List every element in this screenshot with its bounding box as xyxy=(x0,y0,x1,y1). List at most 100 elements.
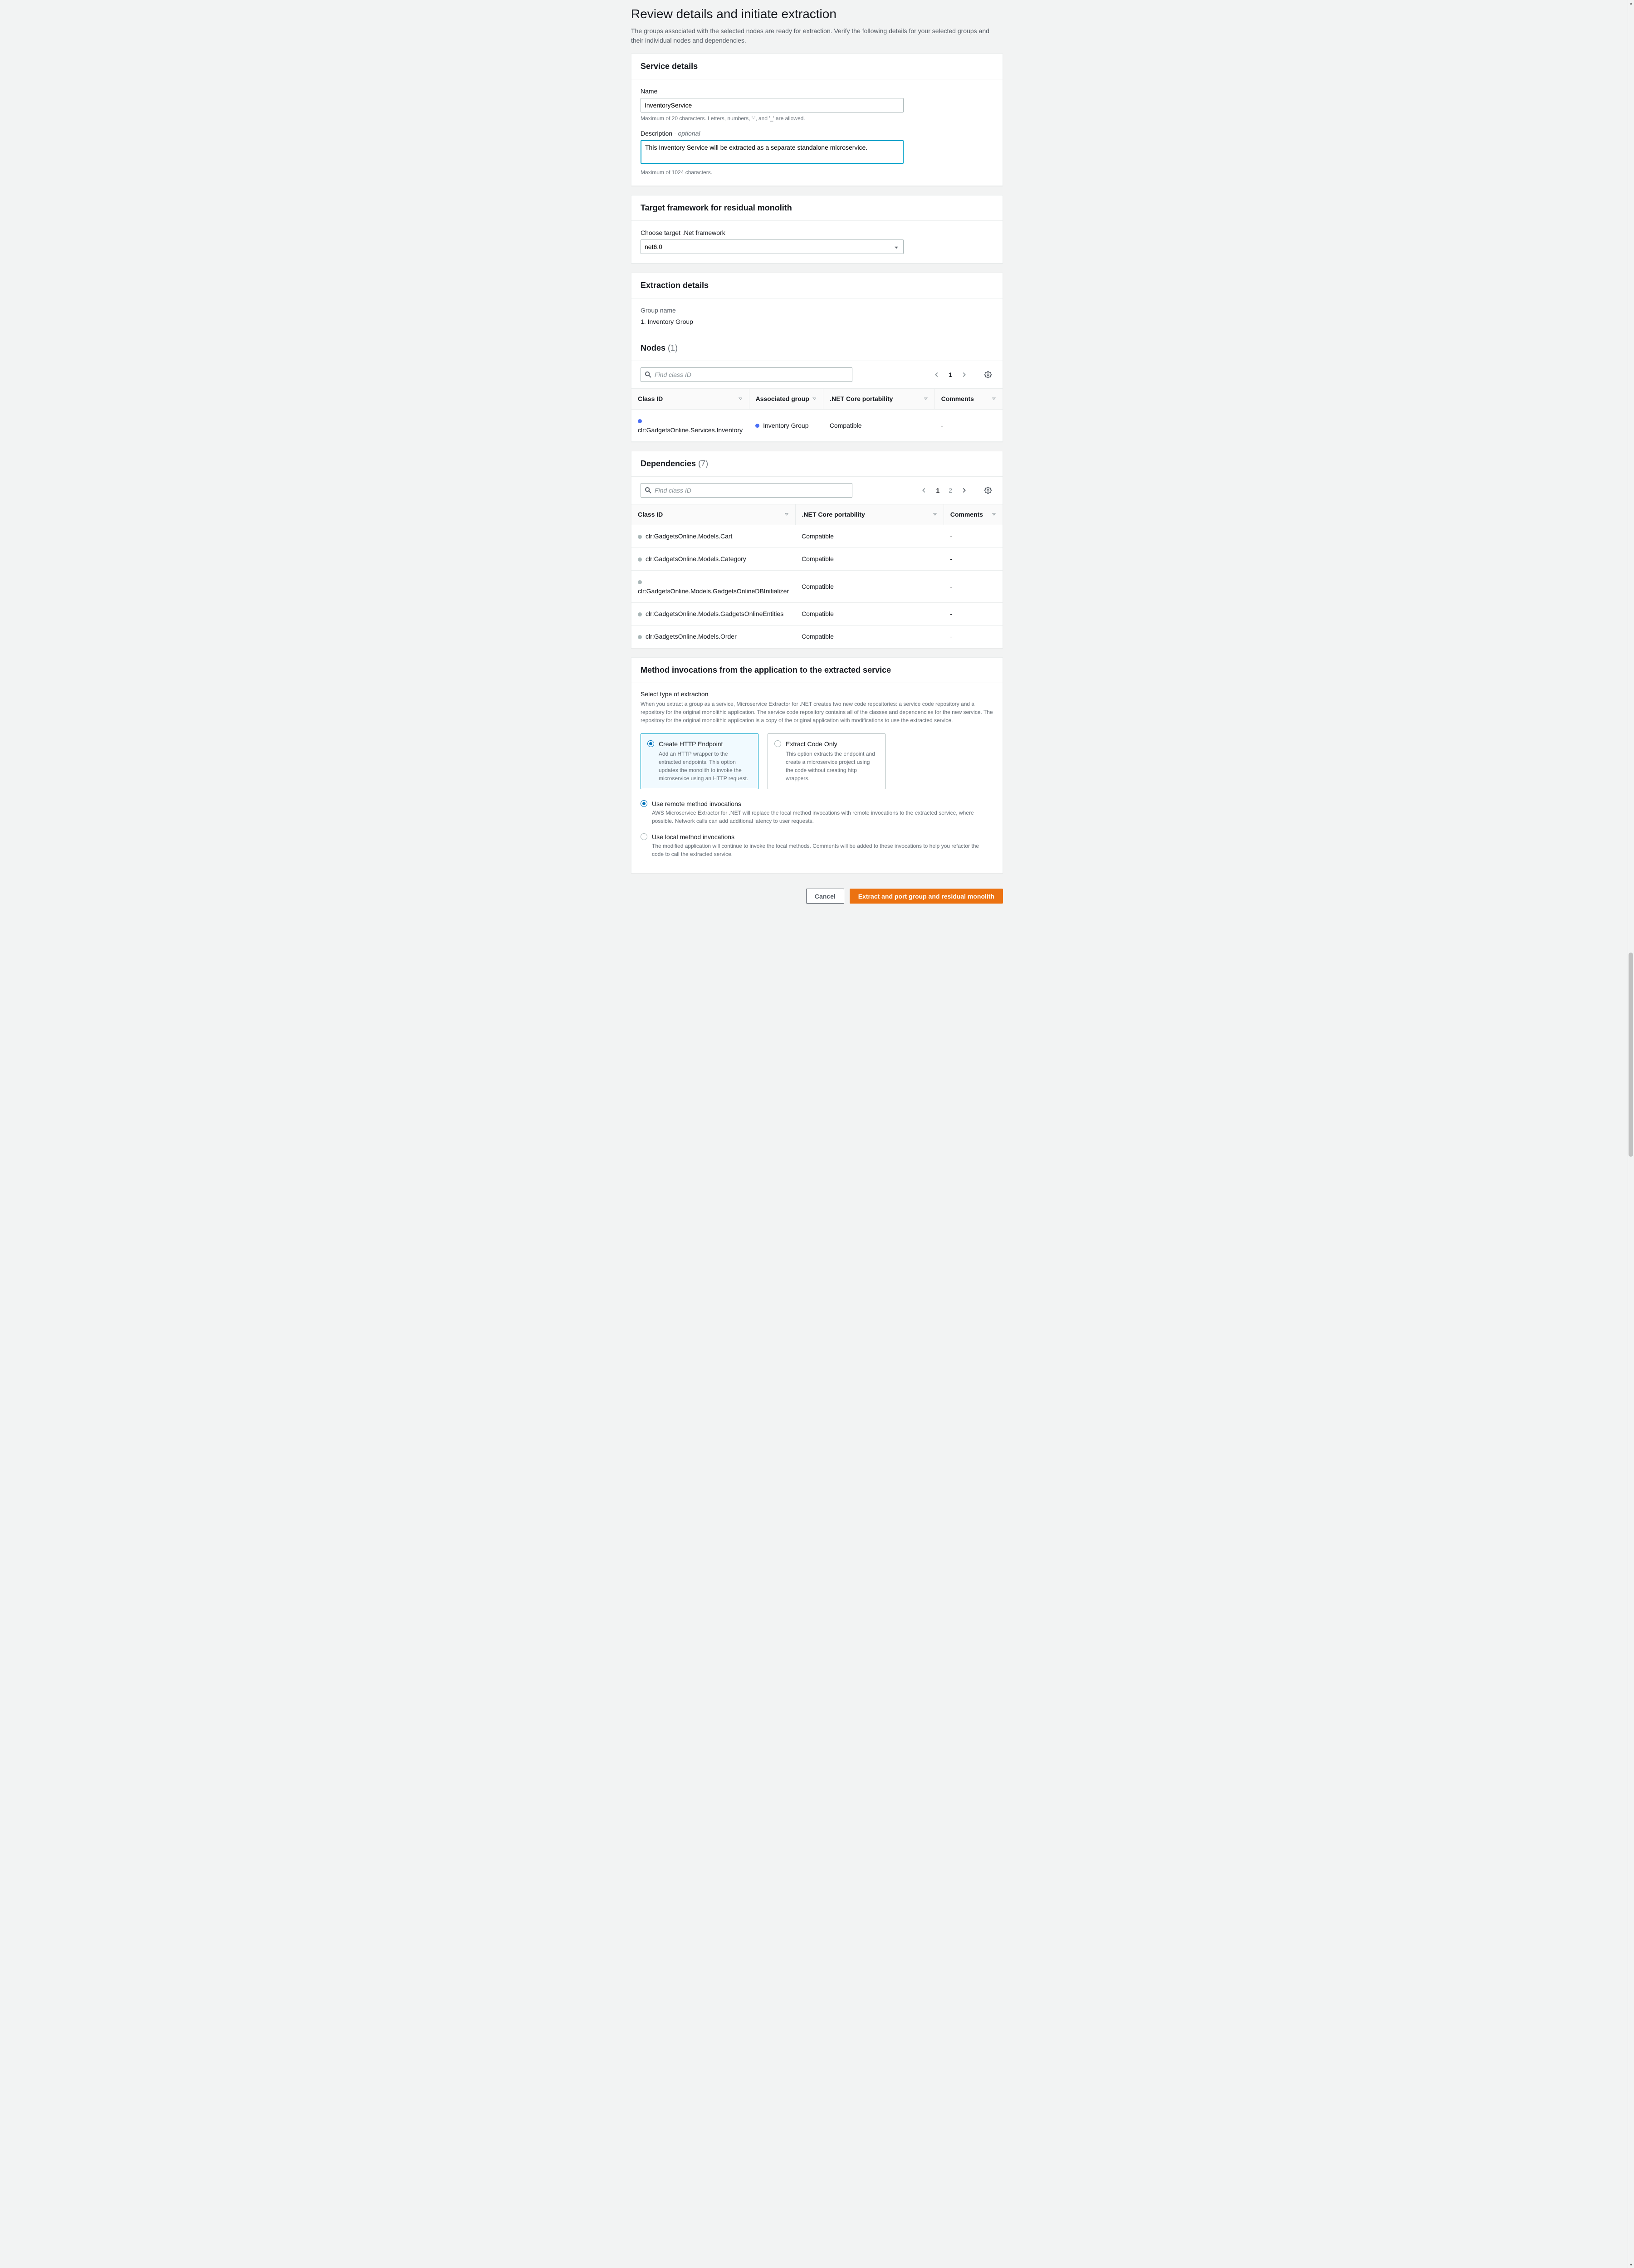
sort-icon[interactable] xyxy=(738,394,743,404)
cell-portability: Compatible xyxy=(795,626,944,648)
heading-nodes: Nodes (1) xyxy=(631,336,1003,361)
dependencies-page-1[interactable]: 1 xyxy=(933,486,942,495)
nodes-search-input[interactable] xyxy=(641,367,852,382)
radio-icon xyxy=(641,833,647,840)
heading-method-invocations: Method invocations from the application … xyxy=(631,658,1003,683)
tile-desc: Add an HTTP wrapper to the extracted end… xyxy=(659,750,752,782)
tile-title: Create HTTP Endpoint xyxy=(659,739,752,749)
cell-portability: Compatible xyxy=(795,525,944,548)
cell-class-id: clr:GadgetsOnline.Models.GadgetsOnlineEn… xyxy=(646,610,783,617)
desc-select-extraction-type: When you extract a group as a service, M… xyxy=(631,700,1003,728)
radio-icon xyxy=(774,740,781,747)
sort-icon[interactable] xyxy=(933,510,937,519)
cancel-button[interactable]: Cancel xyxy=(806,889,844,904)
dot-icon xyxy=(638,612,642,616)
sort-icon[interactable] xyxy=(924,394,928,404)
heading-target-framework: Target framework for residual monolith xyxy=(631,196,1003,221)
heading-nodes-text: Nodes xyxy=(641,343,665,352)
scroll-down-icon[interactable]: ▾ xyxy=(1628,2262,1634,2268)
table-row[interactable]: clr:GadgetsOnline.Models.GadgetsOnlineEn… xyxy=(631,603,1003,626)
nodes-count: (1) xyxy=(668,343,678,352)
gear-icon xyxy=(984,487,992,494)
gear-icon xyxy=(984,371,992,378)
cell-portability: Compatible xyxy=(795,571,944,603)
table-row[interactable]: clr:GadgetsOnline.Models.Order Compatible… xyxy=(631,626,1003,648)
label-name: Name xyxy=(641,87,993,96)
table-row[interactable]: clr:GadgetsOnline.Models.CategoryCompati… xyxy=(631,548,1003,571)
sort-icon[interactable] xyxy=(992,510,996,519)
label-group-name: Group name xyxy=(641,306,993,315)
extraction-type-tile[interactable]: Create HTTP EndpointAdd an HTTP wrapper … xyxy=(641,733,758,789)
cell-class-id: clr:GadgetsOnline.Models.Order xyxy=(646,633,737,640)
panel-extraction-details: Extraction details Group name 1. Invento… xyxy=(631,273,1003,442)
tile-desc: This option extracts the endpoint and cr… xyxy=(786,750,879,782)
option-desc: AWS Microservice Extractor for .NET will… xyxy=(652,809,993,825)
invocation-option[interactable]: Use local method invocationsThe modified… xyxy=(631,831,1003,859)
nodes-next-page-button[interactable] xyxy=(959,369,969,380)
dependencies-prev-page-button[interactable] xyxy=(919,485,930,496)
label-description-main: Description xyxy=(641,130,672,137)
cell-class-id: clr:GadgetsOnline.Models.GadgetsOnlineDB… xyxy=(638,587,789,595)
label-target-framework: Choose target .Net framework xyxy=(641,228,993,238)
dot-icon xyxy=(638,557,642,562)
dot-icon xyxy=(755,424,759,428)
col-comments[interactable]: Comments xyxy=(950,510,983,519)
option-title: Use remote method invocations xyxy=(652,799,993,809)
dependencies-page-2[interactable]: 2 xyxy=(946,486,955,495)
col-class-id[interactable]: Class ID xyxy=(638,510,663,519)
name-input[interactable] xyxy=(641,98,904,112)
col-portability[interactable]: .NET Core portability xyxy=(830,394,893,404)
heading-service-details: Service details xyxy=(631,54,1003,79)
dependencies-search-input[interactable] xyxy=(641,483,852,498)
invocation-option[interactable]: Use remote method invocationsAWS Microse… xyxy=(631,797,1003,826)
tile-title: Extract Code Only xyxy=(786,739,879,749)
search-icon xyxy=(645,487,651,496)
cell-comments: - xyxy=(944,525,1003,548)
cell-portability: Compatible xyxy=(795,603,944,626)
cell-group: Inventory Group xyxy=(763,422,808,429)
cell-portability: Compatible xyxy=(795,548,944,571)
panel-dependencies: Dependencies (7) 1 2 xyxy=(631,451,1003,648)
col-portability[interactable]: .NET Core portability xyxy=(802,510,865,519)
cell-comments: - xyxy=(934,410,1003,442)
dependencies-count: (7) xyxy=(698,459,708,468)
extract-button[interactable]: Extract and port group and residual mono… xyxy=(850,889,1003,904)
scroll-thumb[interactable] xyxy=(1629,953,1633,1157)
dot-icon xyxy=(638,580,642,584)
dependencies-settings-button[interactable] xyxy=(983,485,993,496)
radio-icon xyxy=(647,740,654,747)
sort-icon[interactable] xyxy=(784,510,789,519)
cell-class-id: clr:GadgetsOnline.Services.Inventory xyxy=(638,426,743,434)
label-description: Description - optional xyxy=(641,129,993,138)
label-description-optional: - optional xyxy=(674,130,700,137)
scroll-up-icon[interactable]: ▴ xyxy=(1628,0,1634,6)
nodes-settings-button[interactable] xyxy=(983,369,993,380)
table-row[interactable]: clr:GadgetsOnline.Models.GadgetsOnlineDB… xyxy=(631,571,1003,603)
sort-icon[interactable] xyxy=(812,394,817,404)
target-framework-select[interactable]: net6.0 xyxy=(641,240,904,254)
table-row[interactable]: clr:GadgetsOnline.Models.CartCompatible- xyxy=(631,525,1003,548)
sort-icon[interactable] xyxy=(992,394,996,404)
cell-comments: - xyxy=(944,571,1003,603)
col-associated-group[interactable]: Associated group xyxy=(756,394,809,404)
dependencies-table: Class ID .NET Core portability Comments … xyxy=(631,504,1003,648)
dot-icon xyxy=(638,535,642,539)
extraction-type-tile[interactable]: Extract Code OnlyThis option extracts th… xyxy=(768,733,885,789)
table-row[interactable]: clr:GadgetsOnline.Services.Inventory Inv… xyxy=(631,410,1003,442)
col-comments[interactable]: Comments xyxy=(941,394,974,404)
label-select-extraction-type: Select type of extraction xyxy=(631,683,1003,700)
description-input[interactable]: This Inventory Service will be extracted… xyxy=(641,140,904,164)
dot-icon xyxy=(638,419,642,423)
panel-service-details: Service details Name Maximum of 20 chara… xyxy=(631,54,1003,186)
heading-extraction-details: Extraction details xyxy=(631,273,1003,298)
dependencies-next-page-button[interactable] xyxy=(959,485,969,496)
col-class-id[interactable]: Class ID xyxy=(638,394,663,404)
scrollbar[interactable]: ▴ ▾ xyxy=(1628,0,1634,2268)
nodes-prev-page-button[interactable] xyxy=(931,369,942,380)
cell-comments: - xyxy=(944,626,1003,648)
value-group-name: 1. Inventory Group xyxy=(641,317,993,327)
panel-target-framework: Target framework for residual monolith C… xyxy=(631,195,1003,264)
hint-name: Maximum of 20 characters. Letters, numbe… xyxy=(641,114,993,122)
cell-comments: - xyxy=(944,548,1003,571)
page-subtitle: The groups associated with the selected … xyxy=(631,26,1003,45)
